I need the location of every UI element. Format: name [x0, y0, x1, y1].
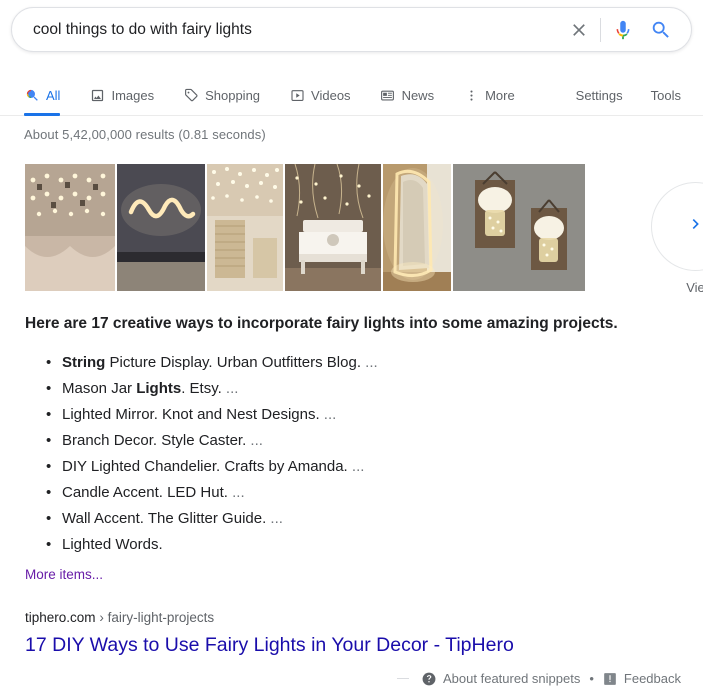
tab-shopping[interactable]: Shopping	[183, 76, 260, 115]
video-icon	[289, 88, 305, 104]
tools-button[interactable]: Tools	[651, 88, 681, 103]
tab-more[interactable]: More	[463, 76, 515, 115]
list-item-ellipsis: ...	[266, 510, 283, 527]
list-item-text-after: . Etsy.	[181, 380, 222, 397]
settings-button[interactable]: Settings	[576, 88, 623, 103]
featured-snippet-footer: About featured snippets • Feedback	[397, 671, 681, 686]
list-item-text: Mason Jar	[62, 380, 137, 397]
list-item: Lighted Mirror. Knot and Nest Designs. .…	[44, 402, 644, 428]
search-divider	[600, 17, 601, 42]
list-item-text: Branch Decor. Style Caster.	[62, 432, 247, 449]
more-vert-icon	[463, 88, 479, 104]
image-icon	[89, 88, 105, 104]
list-item: DIY Lighted Chandelier. Crafts by Amanda…	[44, 454, 644, 480]
list-item-text: Candle Accent. LED Hut.	[62, 484, 228, 501]
thumbnail-image[interactable]	[453, 164, 585, 291]
thumbnail-image[interactable]	[117, 164, 205, 291]
list-item-text: DIY Lighted Chandelier. Crafts by Amanda…	[62, 458, 348, 475]
chevron-right-icon	[686, 214, 703, 239]
list-item: String Picture Display. Urban Outfitters…	[44, 350, 644, 376]
newspaper-icon	[380, 88, 396, 104]
more-items-link[interactable]: More items...	[25, 567, 103, 582]
list-item-text: Lighted Mirror. Knot and Nest Designs.	[62, 406, 320, 423]
close-icon[interactable]	[562, 13, 596, 47]
tab-videos-label: Videos	[311, 88, 351, 103]
microphone-icon[interactable]	[607, 13, 639, 47]
breadcrumb-separator: ›	[99, 610, 104, 625]
list-item-ellipsis: ...	[221, 380, 239, 397]
list-item-ellipsis: ...	[227, 484, 245, 501]
list-item-ellipsis: ...	[246, 432, 263, 449]
feedback-label: Feedback	[623, 671, 681, 686]
list-item-text: Wall Accent. The Glitter Guide.	[62, 510, 267, 527]
tab-images-label: Images	[111, 88, 155, 103]
result-domain: tiphero.com	[25, 610, 96, 625]
search-tools-list: Settings Tools	[576, 76, 681, 115]
tab-videos[interactable]: Videos	[289, 76, 351, 115]
search-modes-list: All Images Shopping Videos News More	[24, 76, 515, 116]
thumbnail-image[interactable]	[285, 164, 381, 291]
thumbnail-image[interactable]	[25, 164, 115, 291]
search-bar[interactable]	[11, 7, 692, 52]
image-results-strip	[25, 164, 585, 291]
tab-news[interactable]: News	[380, 76, 435, 115]
list-item: Mason Jar Lights. Etsy. ...	[44, 376, 644, 402]
search-submit-icon[interactable]	[639, 13, 683, 47]
search-bar-container	[11, 7, 692, 52]
feedback-link[interactable]: Feedback	[603, 671, 681, 686]
result-path: fairy-light-projects	[107, 610, 215, 625]
list-item-ellipsis: ...	[361, 354, 378, 371]
footer-divider	[397, 678, 410, 679]
list-item-ellipsis: ...	[319, 406, 337, 423]
search-input[interactable]	[12, 15, 562, 44]
tab-all[interactable]: All	[24, 76, 61, 116]
tab-all-label: All	[46, 88, 61, 103]
list-item: Candle Accent. LED Hut. ...	[44, 480, 644, 506]
featured-snippet-heading: Here are 17 creative ways to incorporate…	[25, 315, 618, 332]
about-featured-snippets-label: About featured snippets	[443, 671, 581, 686]
about-featured-snippets-link[interactable]: About featured snippets	[422, 671, 580, 686]
tag-icon	[183, 88, 199, 104]
thumbnail-image[interactable]	[383, 164, 451, 291]
feedback-flag-icon	[603, 672, 617, 686]
list-item-ellipsis: ...	[347, 458, 365, 475]
view-all-images-button[interactable]: Vie	[651, 182, 703, 295]
view-all-label: Vie	[686, 280, 703, 295]
list-item: Branch Decor. Style Caster. ...	[44, 428, 644, 454]
list-item: Wall Accent. The Glitter Guide. ...	[44, 506, 644, 532]
tab-news-label: News	[401, 88, 435, 103]
help-circle-icon	[422, 672, 436, 686]
list-item-text: Lighted Words.	[62, 536, 163, 553]
list-item-bold: Lights	[136, 380, 182, 397]
list-item: Lighted Words.	[44, 532, 644, 558]
result-title-link[interactable]: 17 DIY Ways to Use Fairy Lights in Your …	[25, 632, 514, 658]
result-url[interactable]: tiphero.com › fairy-light-projects	[25, 610, 214, 625]
tab-images[interactable]: Images	[89, 76, 154, 115]
footer-separator: •	[589, 671, 594, 686]
search-modes-navbar: All Images Shopping Videos News More Set…	[0, 76, 703, 116]
result-stats: About 5,42,00,000 results (0.81 seconds)	[24, 127, 266, 142]
search-icon	[24, 88, 40, 104]
thumbnail-image[interactable]	[207, 164, 283, 291]
featured-snippet-list: String Picture Display. Urban Outfitters…	[44, 350, 644, 558]
view-all-circle	[651, 182, 703, 271]
tab-shopping-label: Shopping	[205, 88, 261, 103]
list-item-bold: String	[62, 354, 106, 371]
tab-more-label: More	[485, 88, 515, 103]
list-item-text: Picture Display. Urban Outfitters Blog.	[105, 354, 362, 371]
